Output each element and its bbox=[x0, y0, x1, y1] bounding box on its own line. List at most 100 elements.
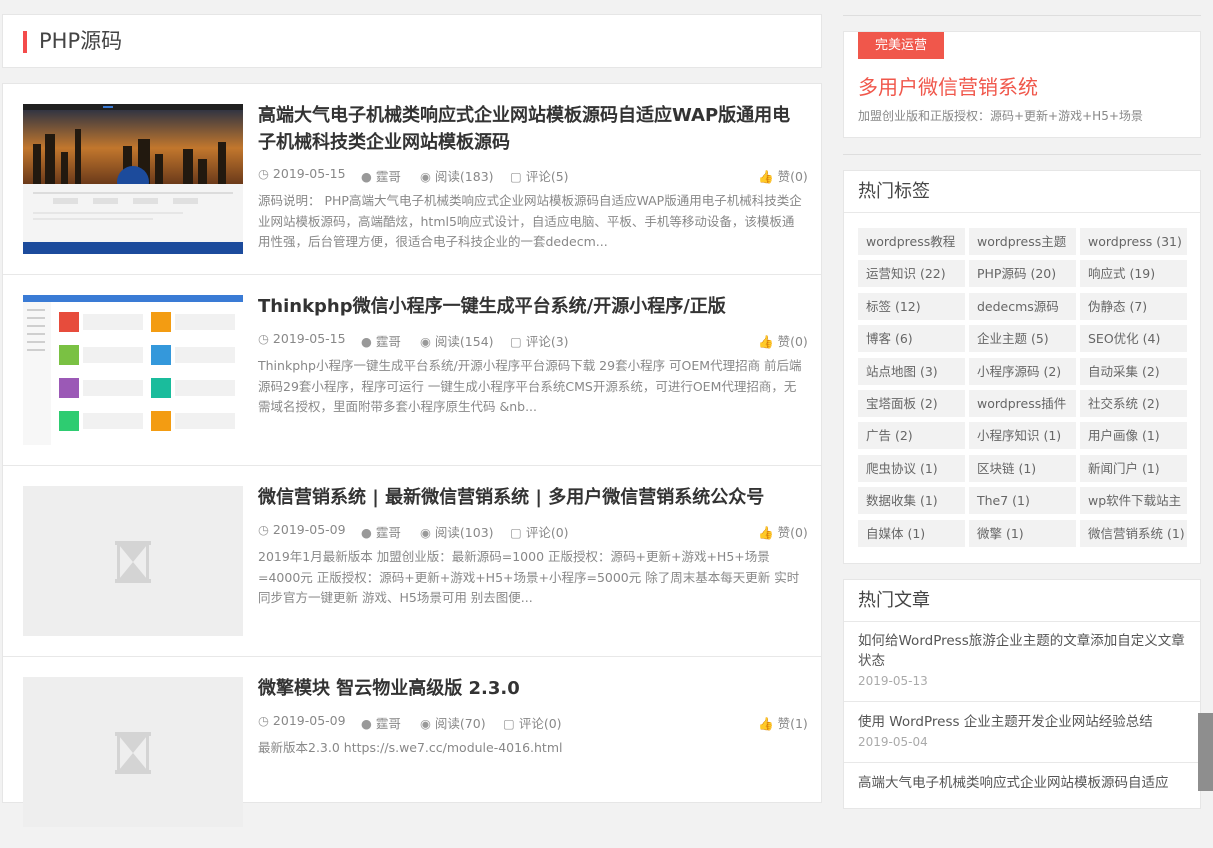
post-views: ◉ 阅读(154) bbox=[420, 334, 494, 349]
post-thumbnail[interactable] bbox=[23, 104, 243, 254]
promo-badge: 完美运营 bbox=[858, 32, 944, 59]
hot-post-item[interactable]: 使用 WordPress 企业主题开发企业网站经验总结 2019-05-04 bbox=[858, 712, 1190, 749]
thumbs-up-icon: 👍 bbox=[758, 525, 774, 540]
tag-item[interactable]: 区块链 (1) bbox=[969, 455, 1076, 482]
tag-item[interactable]: 新闻门户 (1) bbox=[1080, 455, 1187, 482]
eye-icon: ◉ bbox=[420, 525, 431, 540]
hot-post-title[interactable]: 使用 WordPress 企业主题开发企业网站经验总结 bbox=[858, 712, 1190, 732]
tag-item[interactable]: 自动采集 (2) bbox=[1080, 358, 1187, 385]
hot-post-title[interactable]: 高端大气电子机械类响应式企业网站模板源码自适应 bbox=[858, 773, 1190, 793]
post-meta: ◷ 2019-05-15 ● 霆哥 ◉ 阅读(154) ▢ 评论(3) 👍 赞(0) bbox=[258, 331, 808, 350]
tag-item[interactable]: 响应式 (19) bbox=[1080, 260, 1187, 287]
tag-item[interactable]: 运营知识 (22) bbox=[858, 260, 965, 287]
post-meta: ◷ 2019-05-15 ● 霆哥 ◉ 阅读(183) ▢ 评论(5) 👍 赞(0) bbox=[258, 166, 808, 185]
sidebar-divider bbox=[843, 154, 1201, 155]
clock-icon: ◷ bbox=[258, 331, 269, 346]
post-thumbnail[interactable] bbox=[23, 486, 243, 636]
tag-item[interactable]: PHP源码 (20) bbox=[969, 260, 1076, 287]
tag-item[interactable]: 企业主题 (5) bbox=[969, 325, 1076, 352]
hot-post-item[interactable]: 如何给WordPress旅游企业主题的文章添加自定义文章状态 2019-05-1… bbox=[858, 631, 1190, 688]
post-date: ◷ 2019-05-15 bbox=[258, 166, 346, 181]
hot-post-item[interactable]: 高端大气电子机械类响应式企业网站模板源码自适应 bbox=[858, 773, 1190, 793]
post-comments[interactable]: ▢ 评论(3) bbox=[510, 331, 569, 350]
tag-item[interactable]: 数据收集 (1) bbox=[858, 487, 965, 514]
post-comments[interactable]: ▢ 评论(0) bbox=[503, 713, 562, 732]
eye-icon: ◉ bbox=[420, 169, 431, 184]
post-likes[interactable]: 👍 赞(1) bbox=[758, 713, 808, 732]
hot-post-date: 2019-05-04 bbox=[858, 735, 928, 749]
tag-item[interactable]: 博客 (6) bbox=[858, 325, 965, 352]
floating-side-button[interactable] bbox=[1198, 713, 1213, 791]
promo-widget[interactable]: 完美运营 多用户微信营销系统 加盟创业版和正版授权：源码+更新+游戏+H5+场景 bbox=[843, 31, 1201, 138]
post-author[interactable]: ● 霆哥 bbox=[361, 713, 401, 732]
user-icon: ● bbox=[361, 525, 372, 540]
post-title[interactable]: 高端大气电子机械类响应式企业网站模板源码自适应WAP版通用电子机械科技类企业网站… bbox=[258, 102, 803, 156]
tag-item[interactable]: 社交系统 (2) bbox=[1080, 390, 1187, 417]
post-meta: ◷ 2019-05-09 ● 霆哥 ◉ 阅读(103) ▢ 评论(0) 👍 赞(0) bbox=[258, 522, 808, 541]
post-item: 微信营销系统 | 最新微信营销系统 | 多用户微信营销系统公众号 ◷ 2019-0… bbox=[3, 466, 821, 657]
tag-item[interactable]: 自媒体 (1) bbox=[858, 520, 965, 547]
post-date: ◷ 2019-05-09 bbox=[258, 522, 346, 537]
tag-item[interactable]: wordpress插件 bbox=[969, 390, 1076, 417]
tag-item[interactable]: wordpress主题 bbox=[969, 228, 1076, 255]
thumbs-up-icon: 👍 bbox=[758, 334, 774, 349]
hot-tags-widget: 热门标签 wordpress教程 wordpress主题 wordpress (31… bbox=[843, 170, 1201, 564]
tag-item[interactable]: wordpress (31) bbox=[1080, 228, 1187, 255]
tag-item[interactable]: SEO优化 (4) bbox=[1080, 325, 1187, 352]
post-views: ◉ 阅读(183) bbox=[420, 169, 494, 184]
post-title[interactable]: Thinkphp微信小程序一键生成平台系统/开源小程序/正版 bbox=[258, 293, 803, 320]
post-views: ◉ 阅读(70) bbox=[420, 716, 486, 731]
tag-item[interactable]: 微擎 (1) bbox=[969, 520, 1076, 547]
post-list: 高端大气电子机械类响应式企业网站模板源码自适应WAP版通用电子机械科技类企业网站… bbox=[2, 83, 822, 827]
promo-title[interactable]: 多用户微信营销系统 bbox=[858, 71, 1038, 100]
tag-item[interactable]: wordpress教程 bbox=[858, 228, 965, 255]
post-thumbnail[interactable] bbox=[23, 677, 243, 827]
tag-item[interactable]: 小程序知识 (1) bbox=[969, 422, 1076, 449]
comment-icon: ▢ bbox=[510, 525, 522, 540]
clock-icon: ◷ bbox=[258, 166, 269, 181]
post-title[interactable]: 微信营销系统 | 最新微信营销系统 | 多用户微信营销系统公众号 bbox=[258, 484, 803, 511]
post-likes[interactable]: 👍 赞(0) bbox=[758, 166, 808, 185]
post-excerpt: 最新版本2.3.0 https://s.we7.cc/module-4016.h… bbox=[258, 740, 563, 755]
post-thumbnail[interactable] bbox=[23, 295, 243, 445]
promo-description: 加盟创业版和正版授权：源码+更新+游戏+H5+场景 bbox=[858, 109, 1143, 123]
comment-icon: ▢ bbox=[503, 716, 515, 731]
post-author[interactable]: ● 霆哥 bbox=[361, 522, 401, 541]
admin-dashboard-thumbnail bbox=[23, 295, 243, 445]
city-night-thumbnail bbox=[23, 104, 243, 254]
hot-post-title[interactable]: 如何给WordPress旅游企业主题的文章添加自定义文章状态 bbox=[858, 631, 1190, 671]
post-author[interactable]: ● 霆哥 bbox=[361, 331, 401, 350]
post-excerpt: 源码说明： PHP高端大气电子机械类响应式企业网站模板源码自适应WAP版通用电子… bbox=[258, 193, 802, 249]
user-icon: ● bbox=[361, 716, 372, 731]
tag-item[interactable]: 宝塔面板 (2) bbox=[858, 390, 965, 417]
widget-divider bbox=[844, 212, 1200, 213]
category-accent-bar bbox=[23, 31, 27, 53]
hot-posts-widget: 热门文章 如何给WordPress旅游企业主题的文章添加自定义文章状态 2019… bbox=[843, 579, 1201, 809]
tag-item[interactable]: 小程序源码 (2) bbox=[969, 358, 1076, 385]
post-likes[interactable]: 👍 赞(0) bbox=[758, 522, 808, 541]
post-item: 微擎模块 智云物业高级版 2.3.0 ◷ 2019-05-09 ● 霆哥 ◉ 阅读(7… bbox=[3, 657, 821, 848]
user-icon: ● bbox=[361, 169, 372, 184]
tag-item[interactable]: 爬虫协议 (1) bbox=[858, 455, 965, 482]
post-comments[interactable]: ▢ 评论(0) bbox=[510, 522, 569, 541]
tag-item[interactable]: 微信营销系统 (1) bbox=[1080, 520, 1187, 547]
post-excerpt: Thinkphp小程序一键生成平台系统/开源小程序平台源码下载 29套小程序 可… bbox=[258, 358, 802, 414]
tag-item[interactable]: The7 (1) bbox=[969, 487, 1076, 514]
widget-divider bbox=[844, 621, 1200, 622]
tag-item[interactable]: 用户画像 (1) bbox=[1080, 422, 1187, 449]
clock-icon: ◷ bbox=[258, 522, 269, 537]
post-likes[interactable]: 👍 赞(0) bbox=[758, 331, 808, 350]
tag-item[interactable]: 伪静态 (7) bbox=[1080, 293, 1187, 320]
post-title[interactable]: 微擎模块 智云物业高级版 2.3.0 bbox=[258, 675, 803, 702]
tag-item[interactable]: 标签 (12) bbox=[858, 293, 965, 320]
tag-item[interactable]: 站点地图 (3) bbox=[858, 358, 965, 385]
post-views: ◉ 阅读(103) bbox=[420, 525, 494, 540]
comment-icon: ▢ bbox=[510, 169, 522, 184]
category-header: PHP源码 bbox=[2, 14, 822, 68]
tag-item[interactable]: dedecms源码 bbox=[969, 293, 1076, 320]
tag-item[interactable]: wp软件下载站主 bbox=[1080, 487, 1187, 514]
post-author[interactable]: ● 霆哥 bbox=[361, 166, 401, 185]
hourglass-icon bbox=[115, 541, 151, 583]
post-comments[interactable]: ▢ 评论(5) bbox=[510, 166, 569, 185]
tag-item[interactable]: 广告 (2) bbox=[858, 422, 965, 449]
